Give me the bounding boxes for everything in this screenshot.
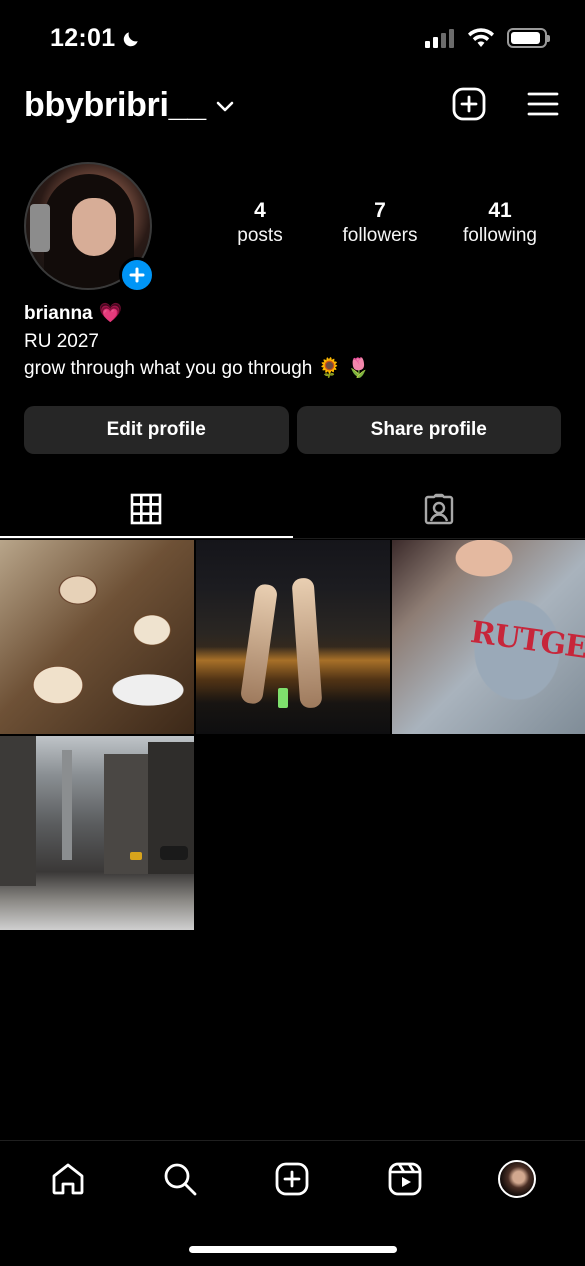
username: bbybribri__ xyxy=(24,86,206,124)
edit-profile-button[interactable]: Edit profile xyxy=(24,406,289,454)
profile-header: bbybribri__ xyxy=(0,78,585,142)
profile-bio: brianna 💗 RU 2027 grow through what you … xyxy=(24,300,564,382)
display-name-row: brianna 💗 xyxy=(24,300,564,328)
content-tabs xyxy=(0,480,585,538)
signal-icon xyxy=(425,29,454,48)
post-tile-latte-art[interactable] xyxy=(0,540,194,734)
tagged-icon xyxy=(424,493,453,525)
create-post-button[interactable] xyxy=(451,86,487,122)
stat-following[interactable]: 41 following xyxy=(440,198,560,248)
heart-emoji: 💗 xyxy=(98,303,123,324)
battery-icon xyxy=(507,28,550,48)
status-bar: 12:01 xyxy=(0,0,585,78)
stat-followers[interactable]: 7 followers xyxy=(320,198,440,248)
nav-reels[interactable] xyxy=(376,1157,434,1201)
status-time: 12:01 xyxy=(50,24,141,53)
menu-icon xyxy=(527,92,559,116)
following-count: 41 xyxy=(488,199,512,222)
nav-create[interactable] xyxy=(263,1157,321,1201)
bio-line: grow through what you go through 🌻 🌷 xyxy=(24,358,371,379)
display-name: brianna xyxy=(24,303,93,324)
wifi-icon xyxy=(468,28,494,47)
profile-actions: Edit profile Share profile xyxy=(24,406,561,454)
posts-count: 4 xyxy=(254,199,266,222)
chevron-down-icon xyxy=(216,101,234,111)
followers-label: followers xyxy=(342,225,418,246)
profile-avatar-nav xyxy=(497,1160,536,1198)
home-indicator[interactable] xyxy=(189,1246,397,1253)
create-post-icon xyxy=(452,87,486,121)
nav-profile[interactable] xyxy=(488,1157,546,1201)
stat-posts[interactable]: 4 posts xyxy=(200,198,320,248)
account-switcher[interactable]: bbybribri__ xyxy=(24,86,234,125)
moon-icon xyxy=(124,31,139,46)
post-tile-rutgers[interactable]: RUTGERS xyxy=(392,540,585,734)
nav-search[interactable] xyxy=(151,1157,209,1201)
plus-icon xyxy=(129,267,145,283)
add-story-button[interactable] xyxy=(119,257,155,293)
followers-count: 7 xyxy=(374,199,386,222)
nav-home[interactable] xyxy=(39,1157,97,1201)
search-icon xyxy=(164,1163,197,1196)
grid-icon xyxy=(130,493,162,525)
profile-stats: 4 posts 7 followers 41 following xyxy=(200,198,560,248)
tabs-divider xyxy=(0,538,585,539)
create-icon xyxy=(276,1162,309,1196)
posts-grid: RUTGERS xyxy=(0,540,585,930)
rutgers-text: RUTGERS xyxy=(468,614,585,673)
following-label: following xyxy=(463,225,537,246)
home-icon xyxy=(52,1163,84,1195)
tab-tagged[interactable] xyxy=(293,480,585,538)
status-icons xyxy=(425,27,550,49)
post-tile-car-night[interactable] xyxy=(196,540,390,734)
posts-label: posts xyxy=(237,225,283,246)
reels-icon xyxy=(388,1162,422,1196)
bio-line: RU 2027 xyxy=(24,331,99,352)
profile-avatar-container[interactable] xyxy=(24,162,155,293)
share-profile-button[interactable]: Share profile xyxy=(296,406,561,454)
tab-posts-grid[interactable] xyxy=(0,480,293,538)
post-tile-rainy-street[interactable] xyxy=(0,736,194,930)
menu-button[interactable] xyxy=(525,86,561,122)
clock-text: 12:01 xyxy=(50,24,116,52)
